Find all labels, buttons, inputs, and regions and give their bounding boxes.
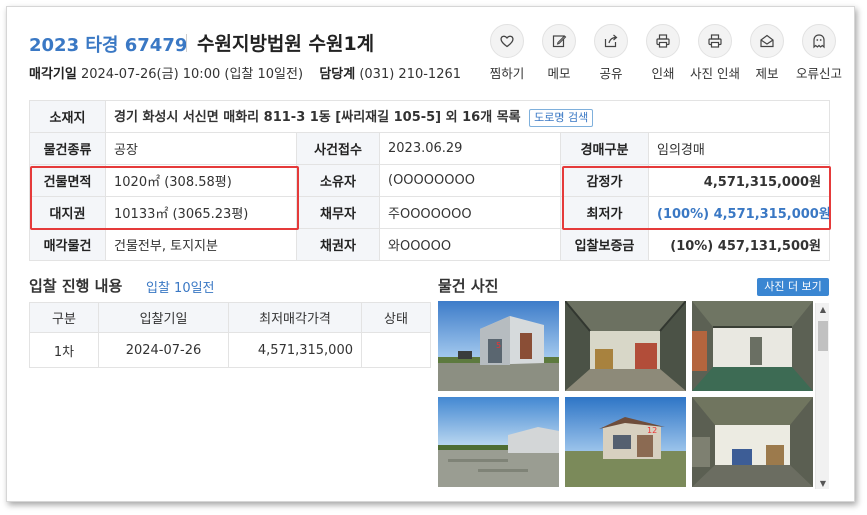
report-label: 제보 [755, 66, 779, 81]
sale-date-value: 2024-07-26(금) 10:00 (입찰 10일전) [80, 67, 304, 82]
min-price-label: 최저가 [560, 196, 649, 229]
scroll-up-icon[interactable]: ▲ [816, 303, 830, 315]
share-icon [594, 24, 628, 58]
report-button[interactable]: 제보 [741, 24, 793, 82]
share-label: 공유 [599, 66, 623, 81]
land-right-value: 10133㎡ (3065.23평) [105, 196, 297, 229]
building-area-label: 건물면적 [29, 164, 106, 197]
property-photo[interactable]: 12 [565, 397, 686, 487]
column-header: 구분 [29, 302, 99, 333]
received-label: 사건접수 [296, 132, 380, 165]
sale-date-label: 매각기일 [29, 67, 77, 82]
bid-progress-title: 입찰 진행 내용 [29, 277, 123, 295]
sale-meta: 매각기일 2024-07-26(금) 10:00 (입찰 10일전) 담당계 (… [29, 63, 461, 82]
location-label: 소재지 [29, 100, 106, 133]
bid-date: 2024-07-26 [98, 332, 229, 368]
bid-round: 1차 [29, 332, 99, 368]
sale-item-value: 건물전부, 토지지분 [105, 228, 297, 261]
auction-detail-card: 2023 타경 67479 수원지방법원 수원1계 매각기일 2024-07-2… [6, 6, 855, 502]
error-report-label: 오류신고 [795, 66, 842, 81]
error-report-button[interactable]: 오류신고 [793, 24, 845, 82]
property-photo[interactable] [438, 397, 559, 487]
share-button[interactable]: 공유 [585, 24, 637, 82]
edit-icon [542, 24, 576, 58]
bid-status [361, 332, 431, 368]
road-map-button[interactable]: 도로명 검색 [529, 108, 594, 127]
auction-kind-label: 경매구분 [560, 132, 649, 165]
wishlist-button[interactable]: 찜하기 [481, 24, 533, 82]
photo-label: 12 [647, 426, 657, 435]
bid-progress-subtitle: 입찰 10일전 [146, 281, 215, 296]
owner-value: (OOOOOOOO [379, 164, 561, 197]
type-value: 공장 [105, 132, 297, 165]
table-row: 대지권 10133㎡ (3065.23평) 채무자 주OOOOOOO 최저가 (… [29, 196, 831, 229]
appraisal-label: 감정가 [560, 164, 649, 197]
title-divider [186, 34, 187, 52]
appraisal-value: 4,571,315,000원 [647, 164, 831, 197]
dept-phone: (031) 210-1261 [359, 67, 462, 82]
property-photo[interactable] [692, 301, 813, 391]
scrollbar-thumb[interactable] [818, 321, 828, 351]
creditor-value: 와OOOOO [379, 228, 561, 261]
property-photo[interactable] [692, 397, 813, 487]
deposit-label: 입찰보증금 [560, 228, 649, 261]
ghost-icon [802, 24, 836, 58]
print-icon [698, 24, 732, 58]
min-price-value: (100%) 4,571,315,000원 [647, 196, 831, 229]
table-row: 건물면적 1020㎡ (308.58평) 소유자 (OOOOOOOO 감정가 4… [29, 164, 831, 197]
table-row: 소재지 경기 화성시 서신면 매화리 811-3 1동 [싸리재길 105-5]… [29, 100, 831, 133]
court-name: 수원지방법원 수원1계 [197, 33, 375, 55]
debtor-value: 주OOOOOOO [379, 196, 561, 229]
location-cell: 경기 화성시 서신면 매화리 811-3 1동 [싸리재길 105-5] 외 1… [104, 100, 831, 133]
memo-label: 메모 [547, 66, 571, 81]
column-header: 입찰기일 [98, 302, 229, 333]
heart-icon [490, 24, 524, 58]
table-row: 매각물건 건물전부, 토지지분 채권자 와OOOOO 입찰보증금 (10%) 4… [29, 228, 831, 261]
land-right-label: 대지권 [29, 196, 106, 229]
photo-section-title: 물건 사진 [438, 277, 499, 295]
photo-label: 5 [496, 341, 501, 350]
creditor-label: 채권자 [296, 228, 380, 261]
case-number: 2023 타경 67479 [29, 35, 188, 56]
sale-item-label: 매각물건 [29, 228, 106, 261]
action-toolbar: 찜하기 메모 공유 인쇄 사진 인쇄 제보 오류신고 [481, 24, 845, 82]
print-label: 인쇄 [651, 66, 675, 81]
photo-print-label: 사진 인쇄 [690, 66, 740, 81]
table-row: 물건종류 공장 사건접수 2023.06.29 경매구분 임의경매 [29, 132, 831, 165]
more-photos-button[interactable]: 사진 더 보기 [757, 278, 829, 296]
building-area-value: 1020㎡ (308.58평) [105, 164, 297, 197]
memo-button[interactable]: 메모 [533, 24, 585, 82]
dept-label: 담당계 [319, 67, 356, 82]
owner-label: 소유자 [296, 164, 380, 197]
property-photo[interactable]: 5 [438, 301, 559, 391]
bid-progress-table: 구분 입찰기일 최저매각가격 상태 1차 2024-07-26 4,571,31… [29, 302, 431, 368]
deposit-value: (10%) 457,131,500원 [647, 228, 831, 261]
photo-scrollbar[interactable]: ▲ ▼ [815, 303, 829, 489]
table-header-row: 구분 입찰기일 최저매각가격 상태 [29, 302, 431, 333]
wishlist-label: 찜하기 [489, 66, 525, 81]
auction-kind-value: 임의경매 [647, 132, 831, 165]
print-icon [646, 24, 680, 58]
location-value: 경기 화성시 서신면 매화리 811-3 1동 [싸리재길 105-5] 외 1… [114, 110, 521, 126]
photo-print-button[interactable]: 사진 인쇄 [689, 24, 741, 82]
received-value: 2023.06.29 [379, 132, 561, 165]
type-label: 물건종류 [29, 132, 106, 165]
debtor-label: 채무자 [296, 196, 380, 229]
property-info-table: 소재지 경기 화성시 서신면 매화리 811-3 1동 [싸리재길 105-5]… [29, 100, 831, 261]
bid-price: 4,571,315,000 [228, 332, 362, 368]
mail-icon [750, 24, 784, 58]
scroll-down-icon[interactable]: ▼ [816, 477, 830, 489]
property-photo[interactable] [565, 301, 686, 391]
print-button[interactable]: 인쇄 [637, 24, 689, 82]
column-header: 최저매각가격 [228, 302, 362, 333]
column-header: 상태 [361, 302, 431, 333]
table-row: 1차 2024-07-26 4,571,315,000 [29, 332, 431, 368]
